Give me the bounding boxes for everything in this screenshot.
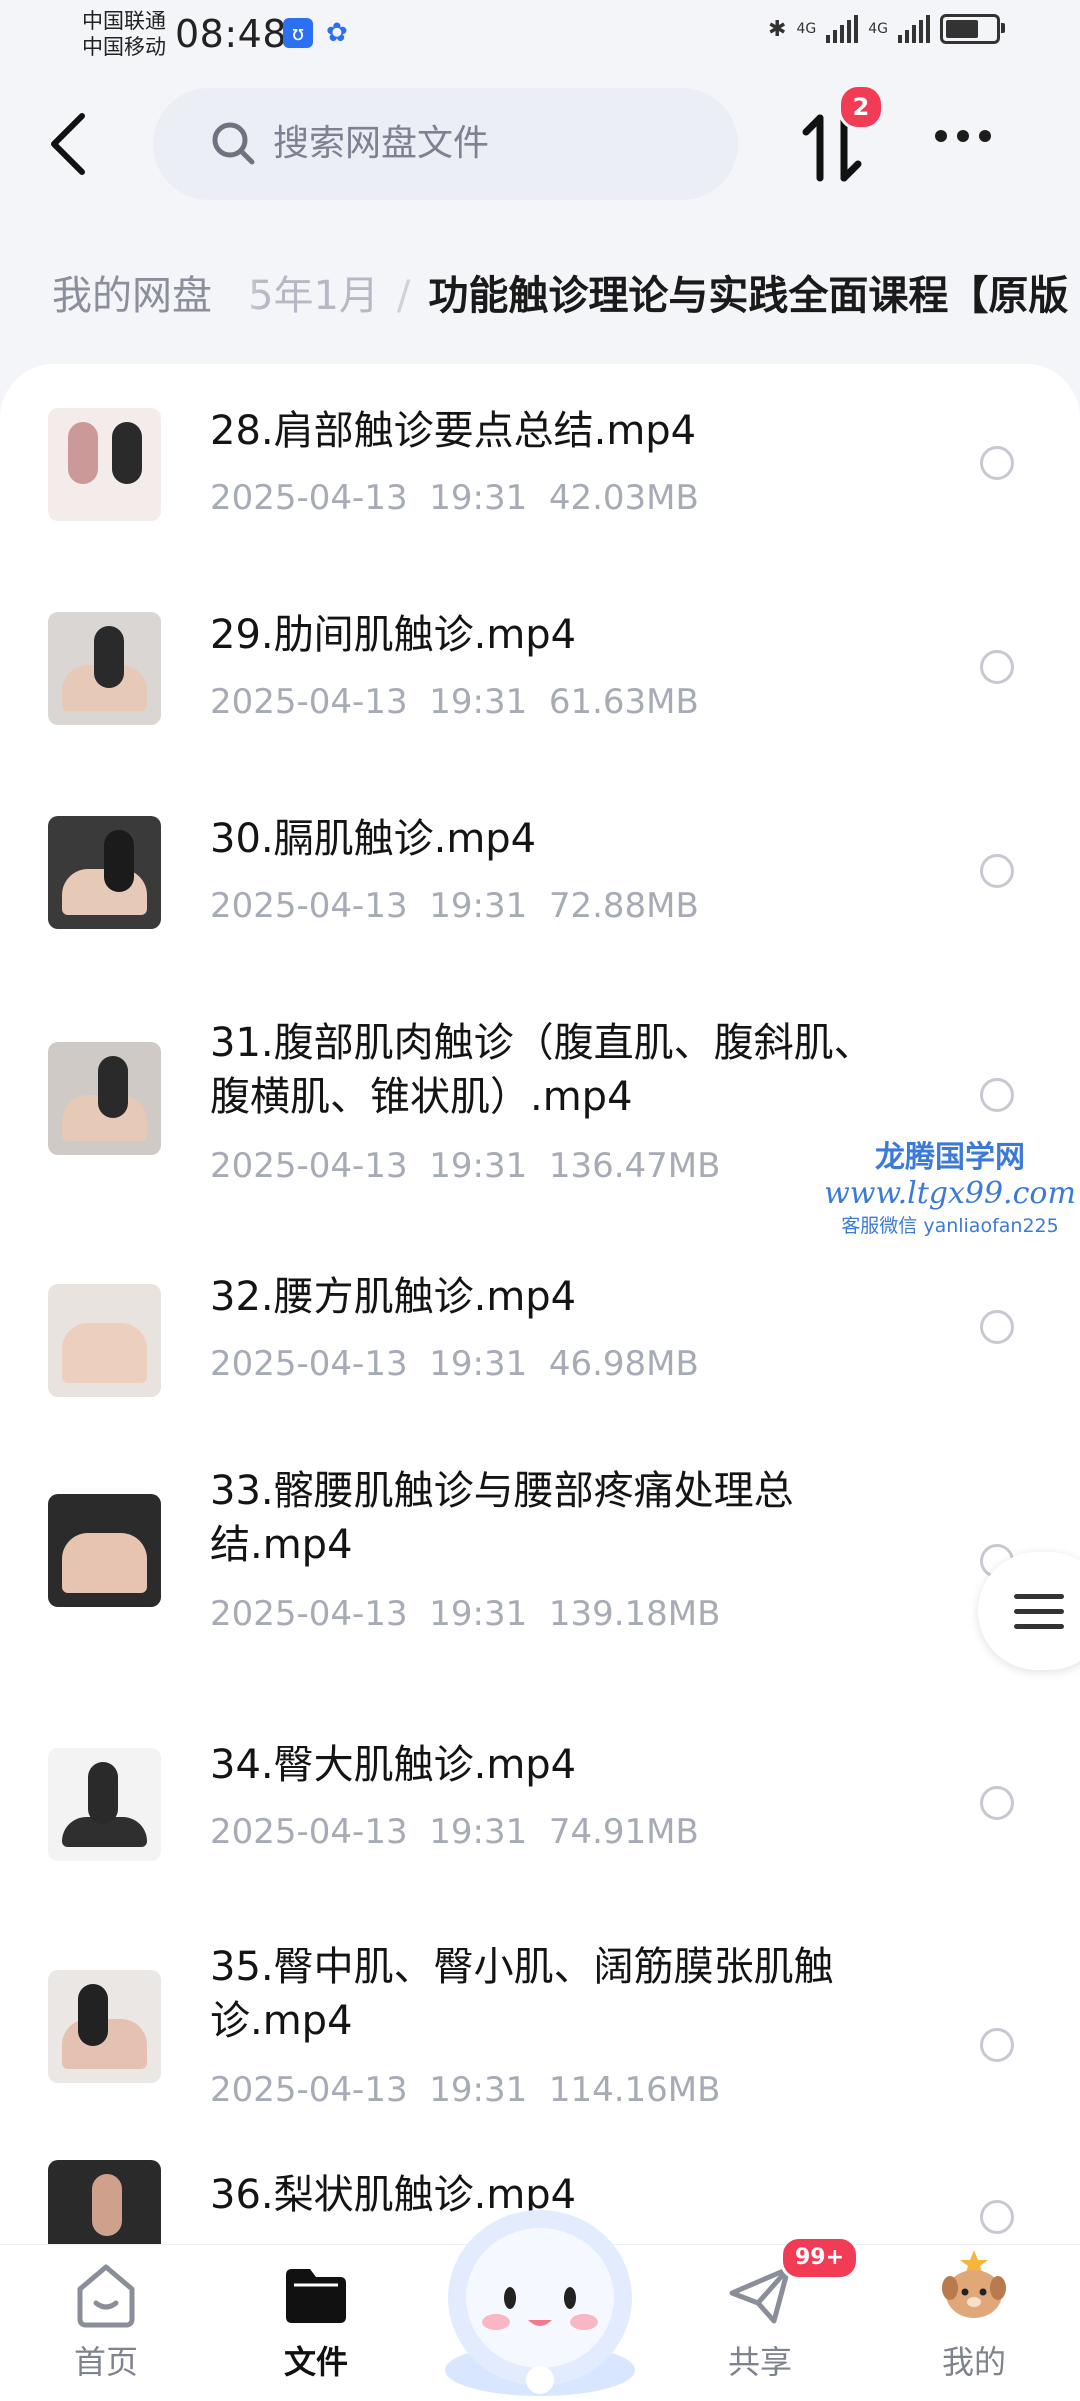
select-radio[interactable]: [980, 650, 1014, 684]
file-list: 28.肩部触诊要点总结.mp4 2025-04-13 19:31 42.03MB…: [0, 364, 1080, 2244]
nav-home[interactable]: 首页: [36, 2259, 176, 2383]
file-meta: 2025-04-13 19:31 136.47MB: [210, 1146, 721, 1186]
select-radio[interactable]: [980, 1310, 1014, 1344]
video-thumbnail: [48, 1748, 161, 1861]
network-label-1: 4G: [796, 21, 817, 37]
watermark: 龙腾国学网 www.ltgx99.com 客服微信 yanliaofan225: [820, 1132, 1080, 1238]
file-name: 28.肩部触诊要点总结.mp4: [210, 408, 697, 454]
select-radio[interactable]: [980, 1078, 1014, 1112]
status-bar: 中国联通 中国移动 08:48 ʊ ✿ ✱ 4G 4G: [0, 0, 1080, 72]
nav-files-label: 文件: [283, 2343, 348, 2381]
clock: 08:48: [175, 12, 288, 56]
breadcrumb-current: 功能触诊理论与实践全面课程【原版: [428, 273, 1069, 319]
file-meta: 2025-04-13 19:31 74.91MB: [210, 1812, 699, 1852]
list-item[interactable]: 30.膈肌触诊.mp4 2025-04-13 19:31 72.88MB: [0, 772, 1080, 972]
file-name: 31.腹部肌肉触诊（腹直肌、腹斜肌、腹横肌、锥状肌）.mp4: [210, 1020, 874, 1120]
transfer-count-badge: 2: [838, 84, 884, 130]
file-meta: 2025-04-13 19:31 72.88MB: [210, 886, 699, 926]
carrier-info: 中国联通 中国移动: [82, 8, 166, 60]
file-meta: 2025-04-13 19:31 46.98MB: [210, 1344, 699, 1384]
nav-home-label: 首页: [73, 2343, 138, 2381]
search-bar[interactable]: 搜索网盘文件: [153, 88, 738, 200]
app-notification-icon: ʊ: [283, 18, 313, 48]
select-radio[interactable]: [980, 854, 1014, 888]
signal-icon-1: [826, 15, 859, 43]
signal-icon-2: [898, 15, 930, 43]
bluetooth-icon: ✱: [768, 16, 787, 42]
status-icons: ✱ 4G 4G: [768, 14, 1005, 44]
mascot-assistant-icon[interactable]: [430, 2180, 650, 2400]
breadcrumb-separator: /: [396, 273, 411, 319]
folder-icon: [286, 2269, 346, 2323]
select-radio[interactable]: [980, 2200, 1014, 2234]
carrier-1: 中国联通: [82, 9, 166, 33]
breadcrumb-segment[interactable]: 5年1月: [248, 273, 379, 319]
video-thumbnail: [48, 408, 161, 521]
nav-files[interactable]: 文件: [246, 2259, 386, 2383]
file-name: 33.髂腰肌触诊与腰部疼痛处理总结.mp4: [210, 1468, 794, 1568]
dog-avatar-icon: [942, 2250, 1006, 2318]
file-meta: 2025-04-13 19:31 61.63MB: [210, 682, 699, 722]
file-name: 29.肋间肌触诊.mp4: [210, 612, 577, 658]
search-icon: [212, 122, 255, 165]
video-thumbnail: [48, 1970, 161, 2083]
battery-icon: [940, 14, 1005, 44]
select-radio[interactable]: [980, 1786, 1014, 1820]
list-item[interactable]: 34.臀大肌触诊.mp4 2025-04-13 19:31 74.91MB: [0, 1694, 1080, 1904]
list-item[interactable]: 35.臀中肌、臀小肌、阔筋膜张肌触诊.mp4 2025-04-13 19:31 …: [0, 1910, 1080, 2160]
file-name: 34.臀大肌触诊.mp4: [210, 1742, 577, 1788]
home-icon: [77, 2264, 135, 2328]
list-item[interactable]: 32.腰方肌触诊.mp4 2025-04-13 19:31 46.98MB: [0, 1240, 1080, 1440]
select-radio[interactable]: [980, 2028, 1014, 2062]
watermark-contact: 客服微信 yanliaofan225: [841, 1215, 1059, 1237]
video-thumbnail: [48, 816, 161, 929]
nav-share-label: 共享: [727, 2343, 792, 2381]
watermark-title: 龙腾国学网: [875, 1140, 1025, 1175]
search-placeholder: 搜索网盘文件: [273, 123, 490, 164]
breadcrumb-home[interactable]: 我的网盘: [28, 258, 236, 334]
more-options-icon[interactable]: [935, 130, 991, 142]
file-name: 32.腰方肌触诊.mp4: [210, 1274, 577, 1320]
file-name: 30.膈肌触诊.mp4: [210, 816, 537, 862]
carrier-2: 中国移动: [82, 35, 166, 59]
video-thumbnail: [48, 1042, 161, 1155]
select-radio[interactable]: [980, 446, 1014, 480]
video-thumbnail: [48, 1284, 161, 1397]
list-item[interactable]: 28.肩部触诊要点总结.mp4 2025-04-13 19:31 42.03MB: [0, 364, 1080, 564]
list-item[interactable]: 29.肋间肌触诊.mp4 2025-04-13 19:31 61.63MB: [0, 568, 1080, 768]
file-name: 35.臀中肌、臀小肌、阔筋膜张肌触诊.mp4: [210, 1944, 834, 2044]
paw-icon: ✿: [326, 18, 348, 48]
video-thumbnail: [48, 612, 161, 725]
share-count-badge: 99+: [780, 2236, 860, 2280]
nav-mine-label: 我的: [941, 2343, 1006, 2381]
video-thumbnail: [48, 2160, 161, 2244]
file-meta: 2025-04-13 19:31 139.18MB: [210, 1594, 721, 1634]
network-label-2: 4G: [868, 21, 888, 37]
watermark-url: www.ltgx99.com: [824, 1176, 1076, 1211]
file-meta: 2025-04-13 19:31 114.16MB: [210, 2070, 721, 2110]
file-meta: 2025-04-13 19:31 42.03MB: [210, 478, 699, 518]
back-arrow-icon[interactable]: [42, 108, 102, 180]
video-thumbnail: [48, 1494, 161, 1607]
